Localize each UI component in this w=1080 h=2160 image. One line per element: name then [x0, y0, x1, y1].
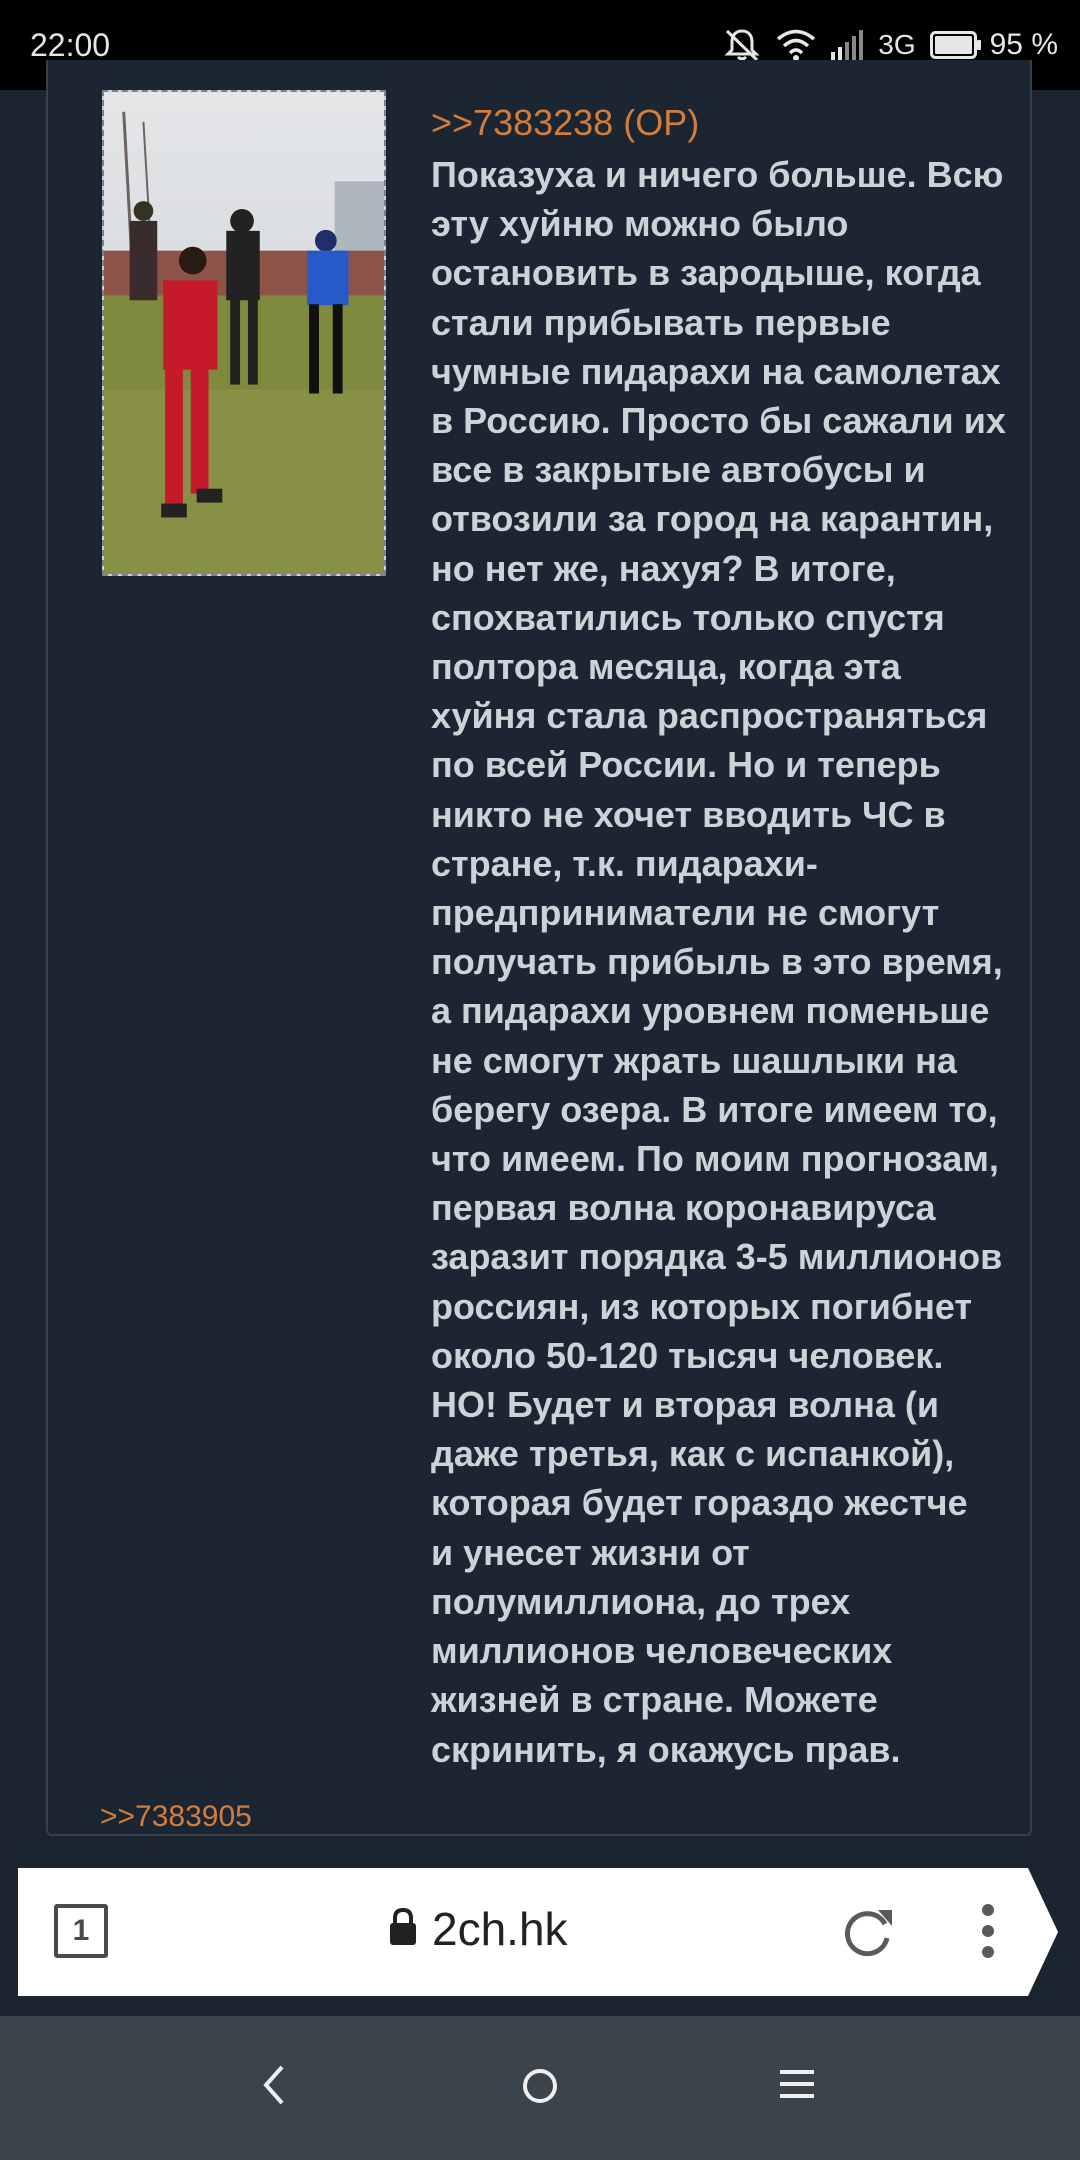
post-reference-link[interactable]: >>7383238 (OP)	[431, 102, 699, 144]
home-icon[interactable]	[522, 2068, 558, 2109]
post-body-line: которая будет гораздо жестче	[431, 1482, 968, 1524]
post-body: Показуха и ничего больше. Всю эту хуйню м…	[431, 150, 1071, 1774]
post-body-line: россиян, из которых погибнет	[431, 1285, 973, 1327]
post-body-line: жизней в стране. Можете	[431, 1679, 878, 1721]
post-body-line: даже третья, как с испанкой),	[431, 1433, 955, 1475]
wifi-icon	[776, 28, 816, 62]
post-body-line: стране, т.к. пидарахи-	[431, 842, 818, 884]
post-body-line: спохватились только спустя	[431, 596, 945, 638]
signal-icon	[830, 30, 864, 60]
more-vert-icon[interactable]	[980, 1902, 996, 1965]
post-body-line: остановить в зародыше, когда	[431, 252, 981, 294]
network-type: 3G	[878, 29, 916, 60]
address-bar[interactable]: 1 2ch.hk	[18, 1868, 1058, 1996]
post-body-line: скринить, я окажусь прав.	[431, 1728, 901, 1770]
lock-icon	[388, 1907, 418, 1951]
post: >>7383238 (OP) Показуха и ничего больше.…	[46, 60, 1032, 1836]
post-body-line: первая волна коронавируса	[431, 1187, 936, 1229]
post-body-line: и унесет жизни от	[431, 1531, 750, 1573]
post-body-line: хуйня стала распространяться	[431, 695, 988, 737]
post-body-line: не смогут жрать шашлыки на	[431, 1039, 957, 1081]
battery-icon	[929, 31, 981, 59]
status-icons: 3G 95 %	[722, 25, 1058, 65]
post-body-line: получать прибыль в это время,	[431, 941, 1003, 983]
post-body-line: стали прибывать первые	[431, 301, 891, 343]
tab-switcher-button[interactable]: 1	[54, 1904, 108, 1958]
post-body-line: чумные пидарахи на самолетах	[431, 350, 1001, 392]
post-body-line: НО! Будет и вторая волна (и	[431, 1384, 940, 1426]
post-body-line: все в закрытые автобусы и	[431, 449, 926, 491]
post-body-line: около 50-120 тысяч человек.	[431, 1334, 944, 1376]
status-time: 22:00	[30, 27, 111, 63]
post-body-line: предприниматели не смогут	[431, 892, 940, 934]
browser-toolbar: 1 2ch.hk	[0, 1848, 1080, 2016]
post-body-line: никто не хочет вводить ЧС в	[431, 793, 946, 835]
post-body-line: полумиллиона, до трех	[431, 1580, 851, 1622]
post-body-line: полтора месяца, когда эта	[431, 646, 901, 688]
post-body-line: в Россию. Просто бы сажали их	[431, 400, 1006, 442]
battery-percent: 95 %	[989, 28, 1058, 61]
post-body-line: миллионов человеческих	[431, 1630, 893, 1672]
url-text[interactable]: 2ch.hk	[432, 1902, 568, 1956]
back-icon[interactable]	[262, 2064, 286, 2111]
post-body-line: берегу озера. В итоге имеем то,	[431, 1088, 998, 1130]
post-body-line: эту хуйню можно было	[431, 203, 849, 245]
post-body-line: что имеем. По моим прогнозам,	[431, 1138, 999, 1180]
reply-link[interactable]: >>7383905	[100, 1800, 252, 1834]
post-body-line: Показуха и ничего больше. Всю	[431, 154, 1004, 195]
post-body-line: а пидарахи уровнем поменьше	[431, 990, 990, 1032]
battery-indicator: 95 %	[929, 28, 1058, 62]
post-body-line: отвозили за город на карантин,	[431, 498, 994, 540]
post-body-line: заразит порядка 3-5 миллионов	[431, 1236, 1003, 1278]
post-thumbnail[interactable]	[102, 90, 386, 576]
system-nav-bar	[0, 2016, 1080, 2160]
post-body-line: но нет же, нахуя? В итоге,	[431, 547, 896, 589]
recents-icon[interactable]	[780, 2068, 814, 2105]
reload-icon[interactable]	[840, 1902, 896, 1965]
mute-icon	[722, 26, 762, 64]
post-body-line: по всей России. Но и теперь	[431, 744, 941, 786]
